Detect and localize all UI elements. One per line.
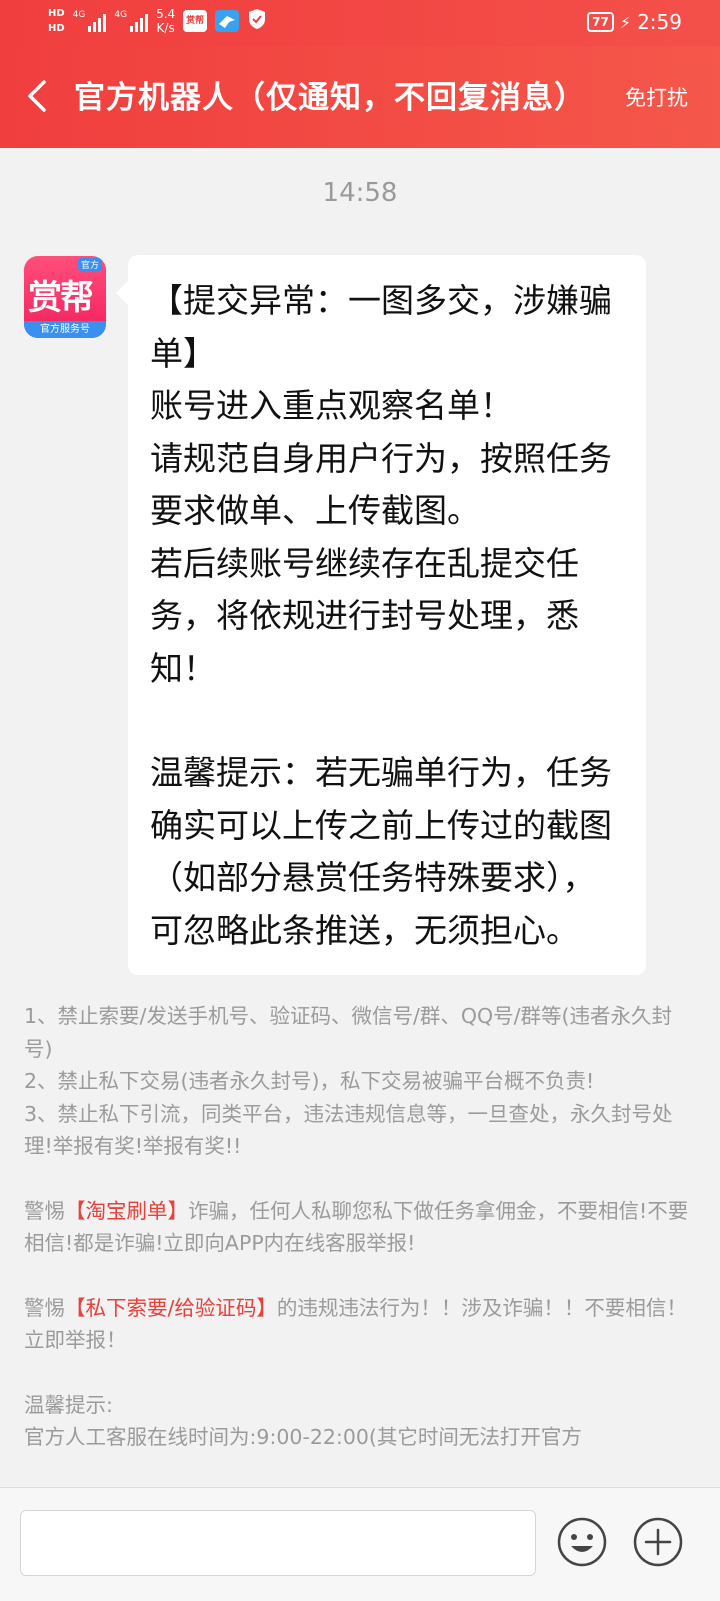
message-input[interactable] [20, 1510, 536, 1576]
app-notification-icon: 赏帮 [183, 10, 208, 32]
network-speed: 5.4 K/s [156, 7, 175, 35]
hd-indicator: HD HD [48, 6, 65, 36]
rule-item: 2、禁止私下交易(违者永久封号)，私下交易被骗平台概不负责! [24, 1069, 595, 1093]
charging-icon: ⚡ [619, 12, 632, 32]
title-bar: 官方机器人（仅通知，不回复消息） 免打扰 [0, 46, 720, 148]
system-notice: 1、禁止索要/发送手机号、验证码、微信号/群、QQ号/群等(违者永久封号) 2、… [24, 1000, 696, 1454]
warning-highlight: 【私下索要/给验证码】 [65, 1295, 277, 1320]
message-line: 请规范自身用户行为，按照任务要求做单、上传截图。 [150, 438, 612, 531]
input-bar [0, 1487, 720, 1601]
warning-verification: 警惕【私下索要/给验证码】的违规违法行为！！涉及诈骗！！不要相信！立即举报！ [24, 1292, 696, 1357]
warning-highlight: 【淘宝刷单】 [65, 1198, 188, 1223]
message-heading: 【提交异常：一图多交，涉嫌骗单】 [150, 281, 612, 373]
notice-gap [24, 1357, 696, 1389]
page-title: 官方机器人（仅通知，不回复消息） [74, 80, 586, 116]
speed-unit: K/s [156, 21, 175, 35]
avatar-brand: 赏帮 [28, 278, 94, 318]
signal-icon-2: 4G [114, 10, 149, 32]
shield-icon [247, 8, 267, 34]
warning-taobao: 警惕【淘宝刷单】诈骗，任何人私聊您私下做任务拿佣金，不要相信!不要相信!都是诈骗… [24, 1195, 696, 1260]
warning-prefix: 警惕 [24, 1295, 65, 1320]
avatar[interactable]: 官方 赏帮 官方服务号 [24, 256, 106, 338]
hd-top: HD [48, 8, 65, 19]
network-type-2: 4G [114, 10, 128, 20]
message-bubble[interactable]: 【提交异常：一图多交，涉嫌骗单】 账号进入重点观察名单！ 请规范自身用户行为，按… [116, 255, 646, 975]
plus-button[interactable] [632, 1516, 684, 1568]
status-bar: HD HD 4G 4G 5.4 K/s 赏帮 77 ⚡ 2:59 [0, 0, 720, 46]
message-line: 若后续账号继续存在乱提交任务，将依规进行封号处理，悉知！ [150, 543, 579, 688]
notice-gap [24, 1163, 696, 1195]
hd-bottom: HD [48, 23, 65, 34]
tip-label: 温馨提示: [24, 1392, 113, 1417]
plus-icon [633, 1517, 683, 1567]
rule-item: 1、禁止索要/发送手机号、验证码、微信号/群、QQ号/群等(违者永久封号) [24, 1004, 673, 1061]
emoji-icon [557, 1517, 607, 1567]
battery-icon: 77 [587, 12, 614, 32]
do-not-disturb-button[interactable]: 免打扰 [625, 82, 688, 112]
notice-gap [24, 1260, 696, 1292]
chevron-left-icon [28, 80, 46, 112]
rule-item: 3、禁止私下引流，同类平台，违法违规信息等，一旦查处，永久封号处理!举报有奖!举… [24, 1101, 673, 1159]
status-right: 77 ⚡ 2:59 [587, 10, 682, 34]
warning-prefix: 警惕 [24, 1198, 65, 1223]
avatar-footer: 官方服务号 [24, 321, 106, 338]
speed-value: 5.4 [156, 7, 176, 21]
message-line: 账号进入重点观察名单！ [150, 386, 513, 425]
clock: 2:59 [637, 10, 682, 34]
message-tip: 温馨提示：若无骗单行为，任务确实可以上传之前上传过的截图（如部分悬赏任务特殊要求… [150, 753, 612, 950]
status-left: HD HD 4G 4G 5.4 K/s 赏帮 [48, 6, 267, 36]
signal-icon-1: 4G [73, 10, 107, 32]
back-button[interactable] [18, 76, 58, 116]
emoji-button[interactable] [556, 1516, 608, 1568]
message-timestamp: 14:58 [322, 178, 398, 208]
network-type-1: 4G [72, 10, 86, 20]
bird-app-icon [215, 10, 240, 32]
tip-text: 官方人工客服在线时间为:9:00-22:00(其它时间无法打开官方 [24, 1425, 582, 1449]
